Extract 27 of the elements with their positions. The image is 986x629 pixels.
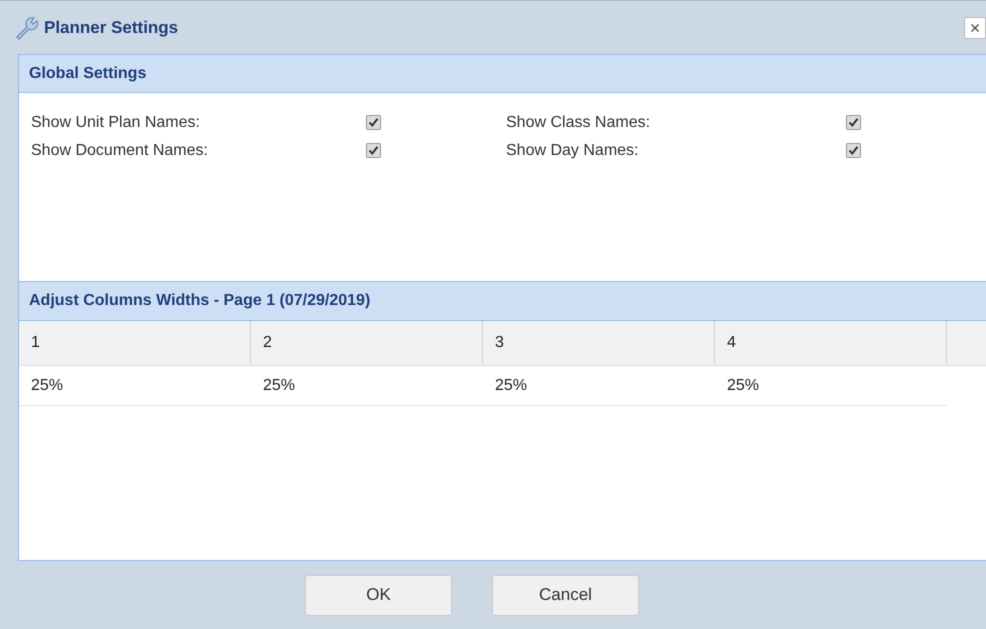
checkbox[interactable]: [846, 143, 861, 158]
option-label: Show Day Names:: [506, 141, 640, 161]
section-title: Adjust Columns Widths - Page 1 (07/29/2019): [29, 291, 370, 311]
checkbox[interactable]: [366, 143, 381, 158]
ok-button[interactable]: OK: [305, 574, 452, 616]
checkmark-icon: [848, 145, 859, 156]
column-header: 3: [483, 321, 715, 365]
checkbox[interactable]: [366, 115, 381, 130]
column-header: 4: [715, 321, 947, 365]
window-title: Planner Settings: [44, 16, 178, 39]
close-button[interactable]: ×: [964, 16, 986, 38]
table-cell: 25%: [19, 366, 251, 406]
checkmark-icon: [368, 117, 379, 128]
cancel-button[interactable]: Cancel: [492, 574, 639, 616]
checkbox[interactable]: [846, 115, 861, 130]
table-cell: 25%: [715, 366, 947, 406]
option-label: Show Document Names:: [31, 141, 209, 161]
column-header: 1: [19, 321, 251, 365]
option-label: Show Unit Plan Names:: [31, 113, 201, 133]
table-cell: 25%: [251, 366, 483, 406]
section-title: Global Settings: [29, 64, 146, 84]
wrench-icon: [14, 14, 40, 40]
checkmark-icon: [848, 117, 859, 128]
option-label: Show Class Names:: [506, 113, 652, 133]
checkmark-icon: [368, 145, 379, 156]
table-cell: 25%: [483, 366, 715, 406]
column-header: 2: [251, 321, 483, 365]
